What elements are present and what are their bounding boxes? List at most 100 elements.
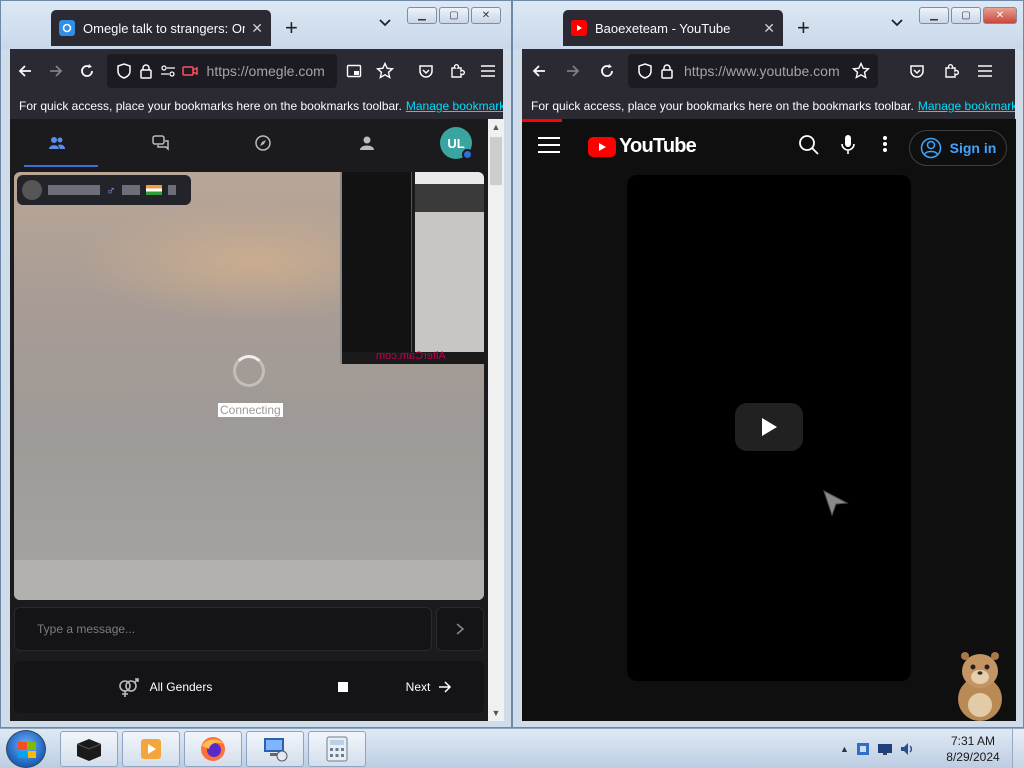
url-bar[interactable]: https://www.youtube.com: [628, 54, 878, 88]
search-icon[interactable]: [798, 134, 820, 161]
title-bar: Omegle talk to strangers: Omegle ✕ + ▁ ▢…: [1, 1, 511, 49]
taskbar-app-black-box[interactable]: [60, 731, 118, 767]
youtube-logo[interactable]: YouTube: [588, 135, 697, 158]
message-input[interactable]: [15, 608, 431, 650]
peer-avatar: [22, 180, 42, 200]
scroll-up-arrow-icon[interactable]: ▲: [488, 119, 504, 135]
manage-bookmarks-link[interactable]: Manage bookmarks: [918, 99, 1015, 113]
hamburger-menu-icon[interactable]: [968, 54, 1002, 88]
windows-logo-icon: [18, 742, 36, 758]
navigation-toolbar: https://omegle.com: [10, 49, 503, 93]
minimize-button[interactable]: ▁: [919, 7, 949, 24]
reload-icon[interactable]: [590, 54, 624, 88]
bookmark-star-icon[interactable]: [370, 54, 401, 88]
minimize-button[interactable]: ▁: [407, 7, 437, 24]
stranger-video-area: ♂ AlterCam.com Connecting: [14, 172, 484, 600]
start-button[interactable]: [6, 730, 46, 768]
youtube-favicon-icon: [571, 20, 587, 36]
forward-arrow-icon[interactable]: [41, 54, 72, 88]
microphone-icon[interactable]: [840, 134, 856, 161]
url-text: https://www.youtube.com: [684, 63, 840, 79]
bookmark-star-icon[interactable]: [850, 60, 872, 82]
taskbar-clock[interactable]: 7:31 AM 8/29/2024: [938, 733, 1008, 765]
forward-arrow-icon[interactable]: [556, 54, 590, 88]
send-button[interactable]: [436, 607, 484, 651]
back-arrow-icon[interactable]: [522, 54, 556, 88]
scroll-down-arrow-icon[interactable]: ▼: [488, 705, 504, 721]
reload-icon[interactable]: [72, 54, 103, 88]
user-avatar[interactable]: UL: [440, 127, 473, 160]
guide-menu-icon[interactable]: [538, 134, 560, 156]
gender-filter-button[interactable]: All Genders: [14, 661, 314, 713]
scroll-thumb[interactable]: [490, 137, 502, 185]
tracking-protection-shield-icon[interactable]: [634, 60, 656, 82]
picture-in-picture-icon[interactable]: [339, 54, 370, 88]
play-icon: [762, 418, 777, 436]
new-tab-button[interactable]: +: [797, 15, 810, 41]
video-player[interactable]: [627, 175, 911, 681]
page-scrollbar[interactable]: ▲ ▼: [488, 119, 504, 721]
tracking-protection-shield-icon[interactable]: [113, 60, 135, 82]
list-tabs-chevron-down-icon[interactable]: [890, 15, 904, 31]
network-computer-icon: [264, 738, 288, 762]
show-hidden-icons-chevron-up-icon[interactable]: ▲: [840, 744, 849, 754]
play-button[interactable]: [735, 403, 803, 451]
people-icon[interactable]: [45, 131, 69, 155]
profile-icon[interactable]: [355, 131, 379, 155]
extensions-puzzle-icon[interactable]: [934, 54, 968, 88]
close-window-button[interactable]: ✕: [471, 7, 501, 24]
list-tabs-chevron-down-icon[interactable]: [378, 15, 392, 31]
volume-tray-icon[interactable]: [899, 741, 915, 757]
clock-date: 8/29/2024: [946, 750, 1000, 764]
peer-name-redacted: [48, 185, 100, 195]
tab-youtube[interactable]: Baoexeteam - YouTube ✕: [563, 10, 783, 46]
youtube-browser-window: Baoexeteam - YouTube ✕ + ▁ ▢ ✕ https://w…: [512, 0, 1024, 728]
show-desktop-button[interactable]: [1012, 729, 1024, 768]
youtube-play-logo-icon: [588, 136, 616, 157]
bookmarks-toolbar: For quick access, place your bookmarks h…: [522, 93, 1015, 119]
hamburger-menu-icon[interactable]: [472, 54, 503, 88]
taskbar-firefox[interactable]: [184, 731, 242, 767]
close-window-button[interactable]: ✕: [983, 7, 1017, 24]
compass-icon[interactable]: [251, 131, 275, 155]
gender-symbol-icon: [118, 678, 139, 697]
maximize-button[interactable]: ▢: [439, 7, 469, 24]
tab-title: Omegle talk to strangers: Omegle: [83, 20, 245, 36]
new-tab-button[interactable]: +: [285, 15, 298, 41]
lock-icon[interactable]: [656, 60, 678, 82]
close-tab-icon[interactable]: ✕: [763, 20, 775, 37]
stop-button[interactable]: [318, 661, 368, 713]
male-gender-icon: ♂: [106, 182, 116, 198]
next-label: Next: [405, 680, 431, 694]
more-options-icon[interactable]: [882, 134, 888, 159]
maximize-button[interactable]: ▢: [951, 7, 981, 24]
tab-omegle[interactable]: Omegle talk to strangers: Omegle ✕: [51, 10, 271, 46]
camera-sharing-icon[interactable]: [179, 60, 201, 82]
india-flag-icon: [145, 185, 162, 195]
pocket-icon[interactable]: [411, 54, 442, 88]
taskbar-media-player[interactable]: [122, 731, 180, 767]
url-bar[interactable]: https://omegle.com: [106, 54, 337, 88]
permissions-icon[interactable]: [157, 60, 179, 82]
chat-controls: All Genders Next: [14, 661, 484, 713]
extensions-puzzle-icon[interactable]: [441, 54, 472, 88]
firefox-icon: [201, 737, 225, 761]
omegle-page: UL ♂ AlterCam.com Connecting Type a mess…: [10, 119, 488, 721]
manage-bookmarks-link[interactable]: Manage bookmarks: [406, 99, 503, 113]
sign-in-button[interactable]: Sign in: [909, 130, 1007, 166]
display-tray-icon[interactable]: [877, 741, 893, 757]
url-text: https://omegle.com: [206, 63, 325, 79]
bookmarks-hint: For quick access, place your bookmarks h…: [19, 99, 402, 113]
lock-icon[interactable]: [135, 60, 157, 82]
preview-pane-left: [342, 172, 412, 352]
taskbar-network-computer[interactable]: [246, 731, 304, 767]
back-arrow-icon[interactable]: [10, 54, 41, 88]
chat-bubbles-icon[interactable]: [149, 131, 173, 155]
close-tab-icon[interactable]: ✕: [251, 20, 263, 37]
pocket-icon[interactable]: [900, 54, 934, 88]
device-tray-icon[interactable]: [855, 741, 871, 757]
taskbar-calculator[interactable]: [308, 731, 366, 767]
loading-spinner-icon: [233, 355, 265, 387]
window-controls: ▁ ▢ ✕: [919, 7, 1017, 24]
next-button[interactable]: Next: [374, 661, 484, 713]
